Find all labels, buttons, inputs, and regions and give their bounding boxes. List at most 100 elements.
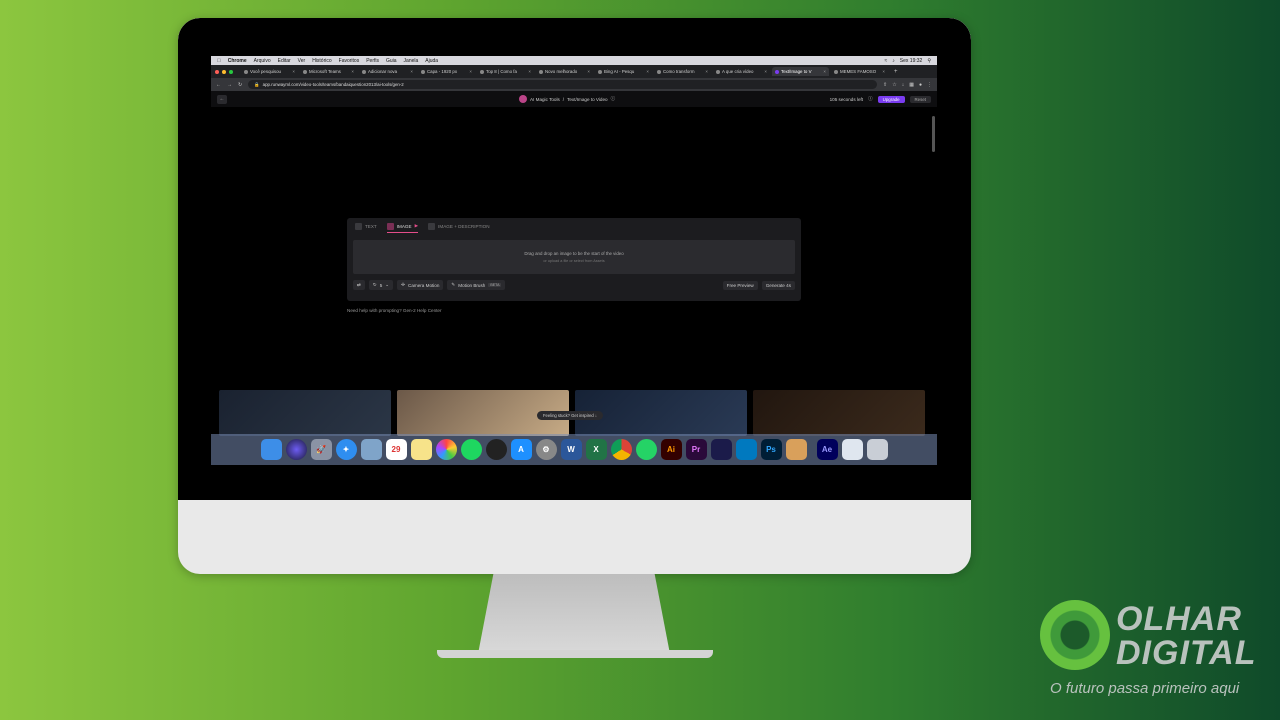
close-tab-icon[interactable]: ×: [469, 69, 472, 74]
upgrade-button[interactable]: Upgrade: [877, 95, 905, 103]
star-icon[interactable]: ☆: [892, 82, 896, 88]
app-store-icon[interactable]: A: [510, 439, 532, 460]
url-input[interactable]: 🔒 app.runwayml.com/video-tools/teams/ban…: [248, 80, 878, 89]
browser-tab[interactable]: Capa - 1920 px ×: [418, 67, 475, 76]
whatsapp-icon[interactable]: [635, 439, 657, 460]
extensions-icon[interactable]: ▦: [909, 82, 914, 88]
volume-icon[interactable]: ♪: [892, 58, 895, 64]
motion-brush-button[interactable]: ✎ Motion Brush BETA: [447, 280, 506, 290]
imac-stand: [478, 574, 670, 654]
scrollbar[interactable]: [932, 116, 935, 152]
illustrator-icon[interactable]: Ai: [660, 439, 682, 460]
menu-ver[interactable]: Ver: [298, 58, 306, 64]
browser-tab-active[interactable]: Text/Image to V ×: [772, 67, 829, 76]
siri-icon[interactable]: [285, 439, 307, 460]
browser-tab[interactable]: Novo melhorado ×: [536, 67, 593, 76]
close-tab-icon[interactable]: ×: [705, 69, 708, 74]
dropzone-title: Drag and drop an image to be the start o…: [524, 251, 624, 256]
seed-control[interactable]: ↻ 5 ⌄: [368, 280, 394, 290]
trello-icon[interactable]: [735, 439, 757, 460]
menu-favoritos[interactable]: Favoritos: [339, 58, 360, 64]
preview-icon[interactable]: [360, 439, 382, 460]
get-inspired-button[interactable]: Feeling stuck? Get inspired ↓: [537, 411, 604, 420]
menu-ajuda[interactable]: Ajuda: [425, 58, 438, 64]
browser-tab[interactable]: Adicionar nova ×: [359, 67, 416, 76]
safari-icon[interactable]: ✦: [335, 439, 357, 460]
reload-icon[interactable]: ↻: [238, 82, 242, 88]
photos-icon[interactable]: [435, 439, 457, 460]
reset-button[interactable]: Reset: [909, 95, 931, 103]
browser-tab[interactable]: Top 8 | Como fa ×: [477, 67, 534, 76]
close-tab-icon[interactable]: ×: [528, 69, 531, 74]
menubar-app-name[interactable]: Chrome: [228, 58, 247, 64]
launchpad-icon[interactable]: 🚀: [310, 439, 332, 460]
menu-arquivo[interactable]: Arquivo: [254, 58, 271, 64]
premiere-icon[interactable]: Pr: [685, 439, 707, 460]
info-icon[interactable]: ⓘ: [868, 96, 873, 102]
generate-button[interactable]: Generate 4s: [761, 280, 795, 290]
search-icon[interactable]: ⚲: [927, 58, 931, 64]
notes-icon[interactable]: [410, 439, 432, 460]
share-icon[interactable]: ⇧: [883, 82, 887, 88]
browser-tab[interactable]: Microsoft Teams ×: [300, 67, 357, 76]
tab-image[interactable]: IMAGE ▶: [386, 222, 419, 233]
close-tab-icon[interactable]: ×: [587, 69, 590, 74]
menu-editar[interactable]: Editar: [278, 58, 291, 64]
menu-perfis[interactable]: Perfis: [366, 58, 379, 64]
close-tab-icon[interactable]: ×: [292, 69, 295, 74]
gallery-thumbnail[interactable]: [753, 390, 925, 436]
minimize-window-icon[interactable]: [222, 69, 226, 74]
gallery-thumbnail[interactable]: [219, 390, 391, 436]
close-tab-icon[interactable]: ×: [410, 69, 413, 74]
browser-tab[interactable]: A que cria vídeo ×: [713, 67, 770, 76]
wifi-icon[interactable]: ≈: [885, 58, 888, 64]
after-effects-icon[interactable]: Ae: [816, 439, 838, 460]
spotify-icon[interactable]: [460, 439, 482, 460]
trash-icon[interactable]: [866, 439, 888, 460]
settings-button[interactable]: ⇄: [353, 280, 365, 290]
maximize-window-icon[interactable]: [229, 69, 233, 74]
app-back-button[interactable]: ←: [217, 94, 227, 104]
word-icon[interactable]: W: [560, 439, 582, 460]
photoshop-icon[interactable]: Ps: [760, 439, 782, 460]
chrome-icon[interactable]: [610, 439, 632, 460]
menu-guia[interactable]: Guia: [386, 58, 397, 64]
close-tab-icon[interactable]: ×: [823, 69, 826, 74]
apple-icon[interactable]: : [217, 58, 221, 64]
close-tab-icon[interactable]: ×: [882, 69, 885, 74]
clock[interactable]: Sex 19:32: [900, 58, 923, 64]
settings-gear-icon[interactable]: ⚙: [535, 439, 557, 460]
breadcrumb-root[interactable]: AI Magic Tools: [530, 97, 560, 102]
new-tab-icon[interactable]: +: [894, 69, 898, 75]
tab-text[interactable]: TEXT: [355, 223, 377, 233]
menu-janela[interactable]: Janela: [404, 58, 419, 64]
menu-historico[interactable]: Histórico: [312, 58, 331, 64]
browser-tab[interactable]: Bing AI - Pesqu ×: [595, 67, 652, 76]
browser-tab[interactable]: MEMES FAMOSO ×: [831, 67, 888, 76]
media-encoder-icon[interactable]: [710, 439, 732, 460]
download-icon[interactable]: ↓: [902, 82, 905, 88]
finder-icon[interactable]: [260, 439, 282, 460]
image-dropzone[interactable]: Drag and drop an image to be the start o…: [353, 240, 795, 274]
close-tab-icon[interactable]: ×: [351, 69, 354, 74]
browser-tab[interactable]: Como transform ×: [654, 67, 711, 76]
close-window-icon[interactable]: [215, 69, 219, 74]
more-menu-icon[interactable]: ⋮: [927, 82, 932, 88]
back-arrow-icon[interactable]: ←: [216, 82, 221, 88]
close-tab-icon[interactable]: ×: [764, 69, 767, 74]
help-link[interactable]: Need help with prompting? Gen-2 Help Cen…: [347, 308, 441, 313]
camera-motion-button[interactable]: ✣ Camera Motion: [397, 280, 444, 290]
tab-favicon: [421, 69, 425, 74]
excel-icon[interactable]: X: [585, 439, 607, 460]
davinci-resolve-icon[interactable]: [485, 439, 507, 460]
browser-tab[interactable]: Você pesquisou ×: [241, 67, 298, 76]
calendar-icon[interactable]: 29: [385, 439, 407, 460]
tab-image-description[interactable]: IMAGE + DESCRIPTION: [428, 223, 490, 233]
garageband-icon[interactable]: [785, 439, 807, 460]
close-tab-icon[interactable]: ×: [646, 69, 649, 74]
info-icon[interactable]: ⓘ: [611, 96, 616, 102]
profile-icon[interactable]: ●: [919, 82, 922, 88]
free-preview-button[interactable]: Free Preview: [722, 280, 758, 290]
folder-icon[interactable]: [841, 439, 863, 460]
forward-arrow-icon[interactable]: →: [227, 82, 232, 88]
